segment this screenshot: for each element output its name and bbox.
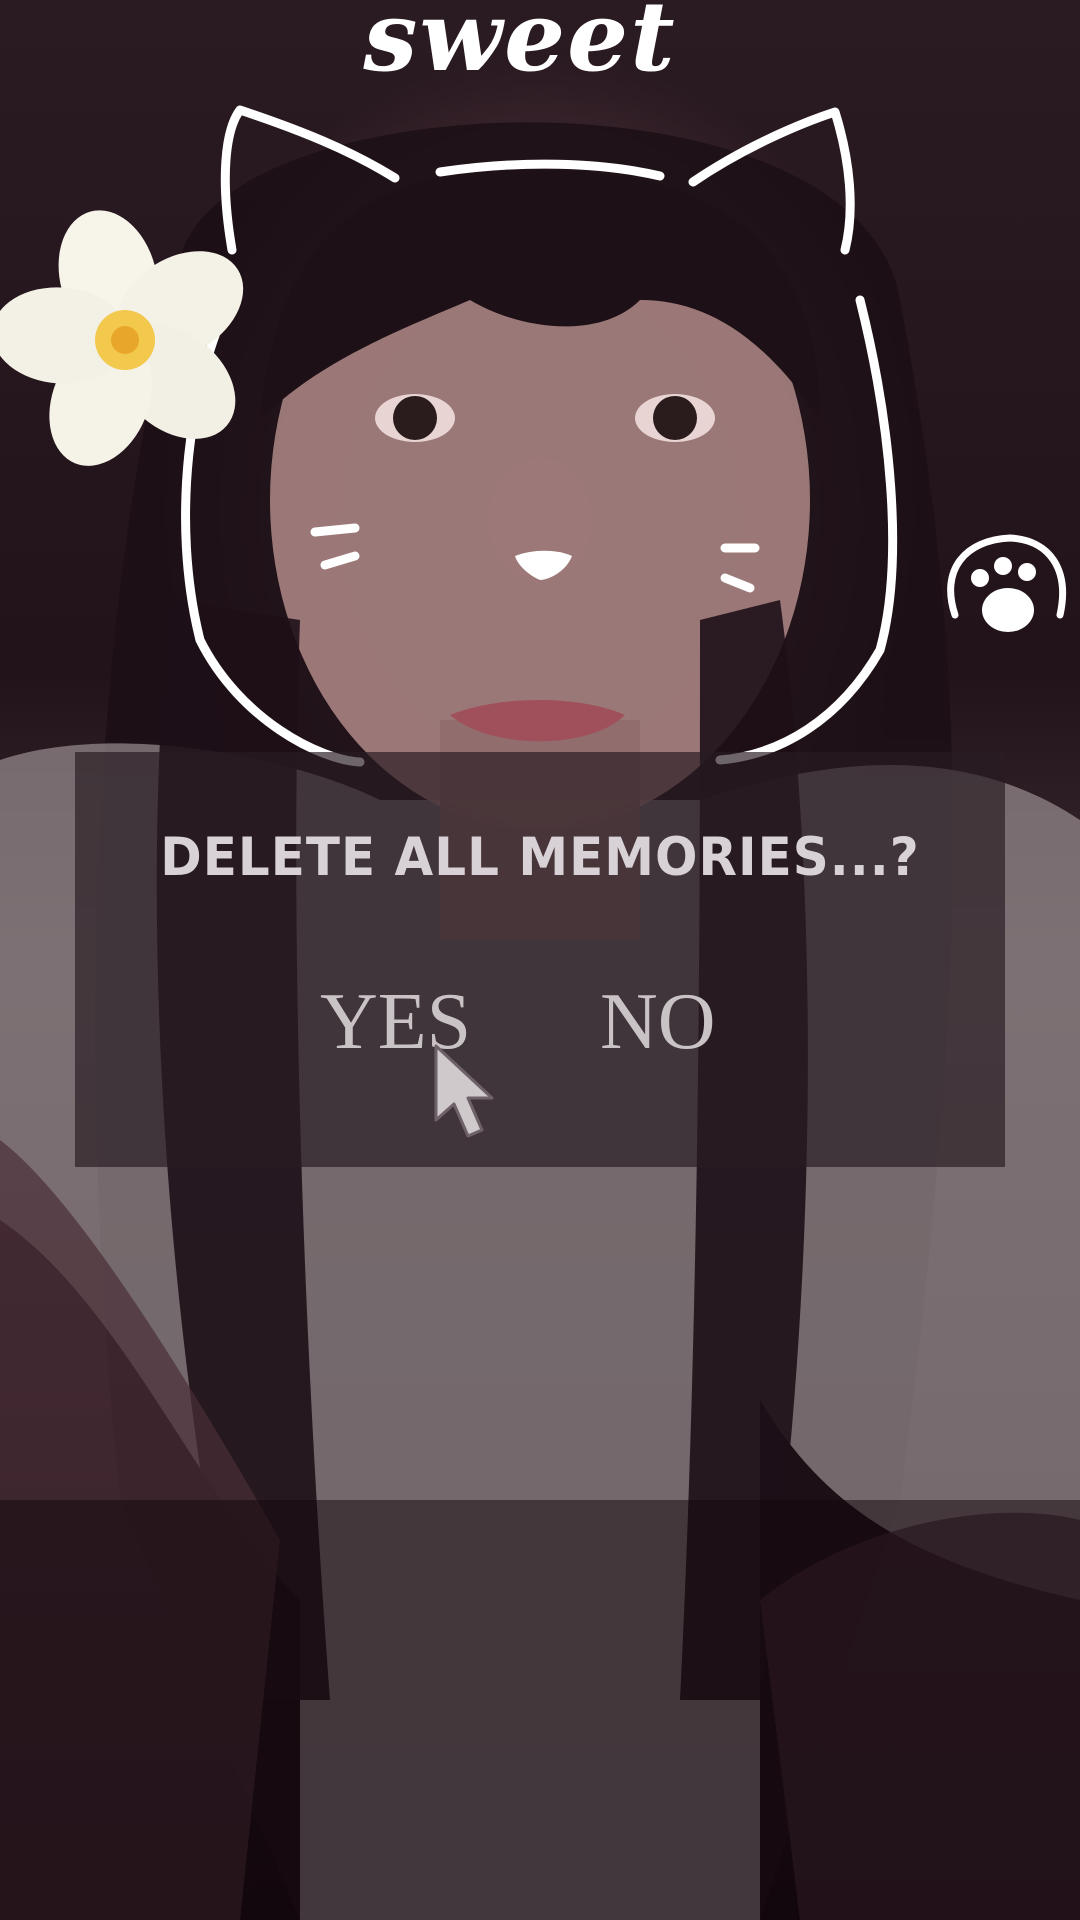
sweet-sticker-text: sweet [363, 0, 677, 93]
delete-memories-dialog: DELETE ALL MEMORIES...? YES NO [75, 752, 1005, 1167]
no-button[interactable]: NO [600, 982, 716, 1062]
camera-filter-scene: sweet DELETE ALL MEMORIES...? YES NO [0, 0, 1080, 1920]
dialog-title: DELETE ALL MEMORIES...? [160, 826, 920, 888]
mouse-cursor-icon [434, 1044, 494, 1138]
